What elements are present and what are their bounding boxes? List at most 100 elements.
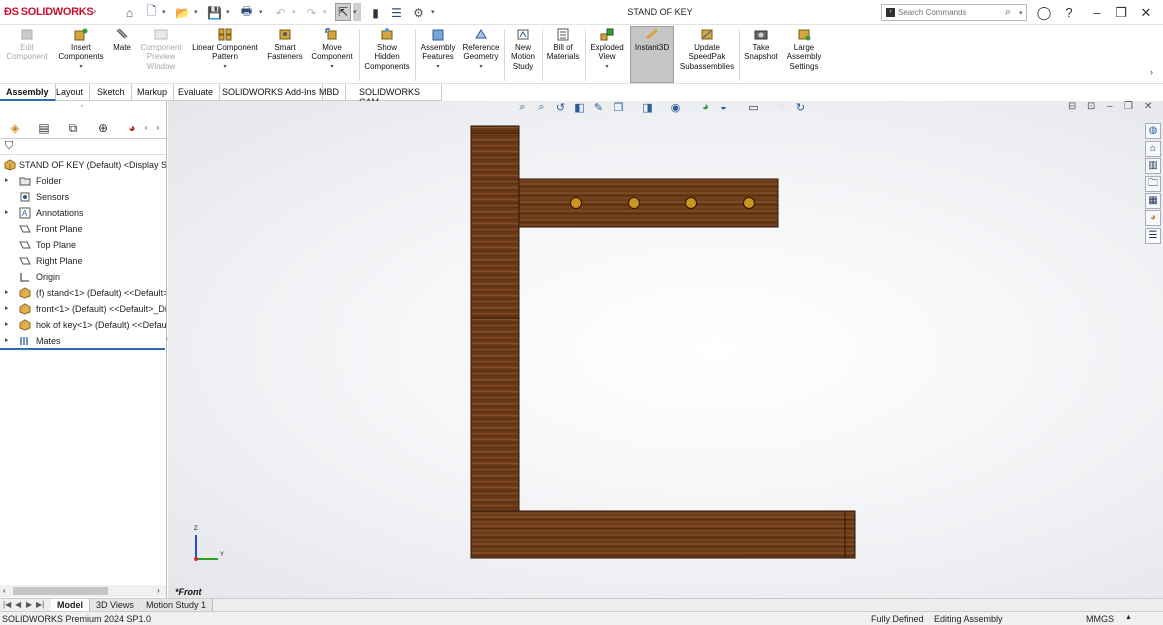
stand-part[interactable]	[470, 125, 520, 512]
tree-item-front-plane[interactable]: Front Plane	[0, 221, 166, 237]
chevron-right-icon[interactable]: ›	[157, 586, 160, 595]
chevron-right-icon[interactable]: ›	[93, 6, 96, 17]
select-cursor-icon[interactable]: ⇱	[335, 3, 351, 21]
chevron-right-icon[interactable]: ▸	[5, 205, 9, 221]
linear-component-pattern-button[interactable]: Linear Component Pattern ▾	[187, 27, 263, 83]
chevron-right-icon[interactable]: ▸	[5, 317, 9, 333]
minimize-icon[interactable]: –	[1087, 3, 1107, 22]
chevron-down-icon[interactable]: ▾	[79, 63, 82, 72]
graphics-area[interactable]: ⌕ ⌕ ↺ ◧ ✎ ❒ ◨ ◉ ◕ ◒ ▭ ◌ ↻ ⊟ ⊡ – ❐ ✕ Z Y …	[168, 101, 1163, 598]
first-tab-icon[interactable]: |◀	[3, 600, 11, 609]
tree-item-mates[interactable]: ▸ Mates	[0, 333, 166, 349]
chevron-up-icon[interactable]: ▲	[1125, 614, 1132, 621]
restore-icon[interactable]: ❐	[1111, 3, 1131, 22]
configuration-manager-tab-icon[interactable]: ⧉	[63, 120, 83, 136]
assembly-features-button[interactable]: Assembly Features ▾	[417, 27, 459, 83]
tab-mbd[interactable]: MBD	[313, 84, 346, 101]
filter-icon[interactable]: ⛉	[5, 140, 13, 153]
chevron-down-icon[interactable]: ▾	[330, 63, 333, 72]
chevron-down-icon[interactable]: ▾	[162, 8, 166, 16]
open-folder-icon[interactable]: 📂	[174, 4, 191, 21]
custom-properties-icon[interactable]: ☰	[1145, 228, 1161, 244]
help-icon[interactable]: ?	[1059, 3, 1079, 22]
redo-icon[interactable]: ↷	[303, 4, 320, 21]
home-icon[interactable]: ⌂	[1145, 141, 1161, 157]
new-motion-study-button[interactable]: New Motion Study	[506, 27, 540, 83]
rollback-bar[interactable]	[0, 348, 165, 350]
smart-fasteners-button[interactable]: Smart Fasteners	[264, 27, 306, 83]
reference-geometry-button[interactable]: Reference Geometry ▾	[460, 27, 502, 83]
chevron-down-icon[interactable]: ▾	[223, 63, 226, 72]
exploded-view-button[interactable]: Exploded View ▾	[587, 27, 627, 83]
tree-item-sensors[interactable]: Sensors	[0, 189, 166, 205]
prev-tab-icon[interactable]: ◀	[15, 600, 21, 609]
search-commands-box[interactable]: › ⌕ ▾	[881, 4, 1027, 21]
solidworks-resources-icon[interactable]: ◍	[1145, 123, 1161, 139]
chevron-down-icon[interactable]: ▾	[605, 63, 608, 72]
solidworks-logo[interactable]: ƉS SOLIDWORKS	[4, 6, 94, 18]
next-tab-icon[interactable]: ▶	[26, 600, 32, 609]
chevron-down-icon[interactable]: ▾	[292, 8, 296, 16]
model-view[interactable]	[168, 101, 1163, 598]
save-icon[interactable]: 💾	[206, 4, 223, 21]
tab-layout[interactable]: Layout	[50, 84, 91, 101]
tree-item-top-plane[interactable]: Top Plane	[0, 237, 166, 253]
chevron-down-icon[interactable]: ▾	[479, 63, 482, 72]
chevron-right-icon[interactable]: ▸	[5, 173, 9, 189]
chevron-right-icon[interactable]: ▸	[5, 333, 9, 349]
edit-component-button[interactable]: Edit Component	[4, 27, 50, 83]
move-component-button[interactable]: Move Component ▾	[307, 27, 357, 83]
front-part[interactable]	[470, 510, 856, 559]
chevron-down-icon[interactable]: ▾	[226, 8, 230, 16]
hook-of-key-part[interactable]	[518, 178, 779, 228]
view-palette-icon[interactable]: ▦	[1145, 193, 1161, 209]
print-icon[interactable]: 🖶	[238, 4, 255, 21]
panel-collapse-handle[interactable]: ⌃	[79, 104, 85, 112]
update-speedpak-button[interactable]: Update SpeedPak Subassemblies	[677, 27, 737, 83]
unit-system[interactable]: MMGS	[1086, 614, 1114, 624]
chevron-right-icon[interactable]: ›	[1150, 67, 1153, 77]
search-icon[interactable]: ⌕	[1005, 6, 1011, 19]
tab-solidworks-add-ins[interactable]: SOLIDWORKS Add-Ins	[216, 84, 324, 101]
tree-filter-row[interactable]: ⛉	[0, 139, 166, 155]
large-assembly-settings-button[interactable]: Large Assembly Settings	[782, 27, 826, 83]
file-explorer-icon[interactable]: 🗀	[1145, 176, 1161, 192]
chevron-down-icon[interactable]: ▾	[194, 8, 198, 16]
chevron-left-icon[interactable]: ‹	[141, 120, 151, 136]
user-account-icon[interactable]: ◯	[1034, 3, 1054, 22]
tab-sketch[interactable]: Sketch	[91, 84, 132, 101]
bill-of-materials-button[interactable]: Bill of Materials	[543, 27, 583, 83]
traffic-light-icon[interactable]: ▮	[367, 4, 384, 21]
undo-icon[interactable]: ↶	[272, 4, 289, 21]
insert-components-button[interactable]: Insert Components ▾	[55, 27, 107, 83]
home-icon[interactable]: ⌂	[121, 4, 138, 21]
tab-assembly[interactable]: Assembly	[0, 84, 56, 101]
chevron-down-icon[interactable]: ▾	[353, 3, 361, 21]
tree-root-assembly[interactable]: STAND OF KEY (Default) <Display Stat	[0, 157, 166, 173]
chevron-down-icon[interactable]: ▾	[259, 8, 263, 16]
property-manager-tab-icon[interactable]: ▤	[34, 120, 54, 136]
tree-item-folder[interactable]: ▸ Folder	[0, 173, 166, 189]
tree-item-origin[interactable]: Origin	[0, 269, 166, 285]
tab-markup[interactable]: Markup	[131, 84, 175, 101]
search-input[interactable]	[898, 8, 998, 17]
tab-evaluate[interactable]: Evaluate	[172, 84, 221, 101]
horizontal-scrollbar[interactable]: ‹ ›	[0, 585, 166, 597]
appearances-icon[interactable]: ◕	[1145, 210, 1161, 226]
take-snapshot-button[interactable]: Take Snapshot	[741, 27, 781, 83]
tree-item-right-plane[interactable]: Right Plane	[0, 253, 166, 269]
new-document-icon[interactable]: 🗋	[143, 4, 160, 21]
feature-tree-tab-icon[interactable]: ◈	[5, 120, 25, 136]
last-tab-icon[interactable]: ▶|	[36, 600, 44, 609]
chevron-left-icon[interactable]: ‹	[3, 586, 6, 595]
tree-item-annotations[interactable]: ▸ A Annotations	[0, 205, 166, 221]
chevron-down-icon[interactable]: ▾	[431, 8, 435, 16]
tree-item-front-1-default-default-di[interactable]: ▸ front<1> (Default) <<Default>_Di	[0, 301, 166, 317]
chevron-down-icon[interactable]: ▾	[1019, 9, 1023, 17]
gear-icon[interactable]: ⚙	[410, 4, 427, 21]
close-icon[interactable]: ✕	[1136, 3, 1156, 22]
instant3d-button[interactable]: Instant3D	[630, 26, 674, 83]
file-properties-icon[interactable]: ☰	[388, 4, 405, 21]
component-preview-window-button[interactable]: Component Preview Window	[136, 27, 186, 83]
show-hidden-components-button[interactable]: Show Hidden Components	[361, 27, 413, 83]
